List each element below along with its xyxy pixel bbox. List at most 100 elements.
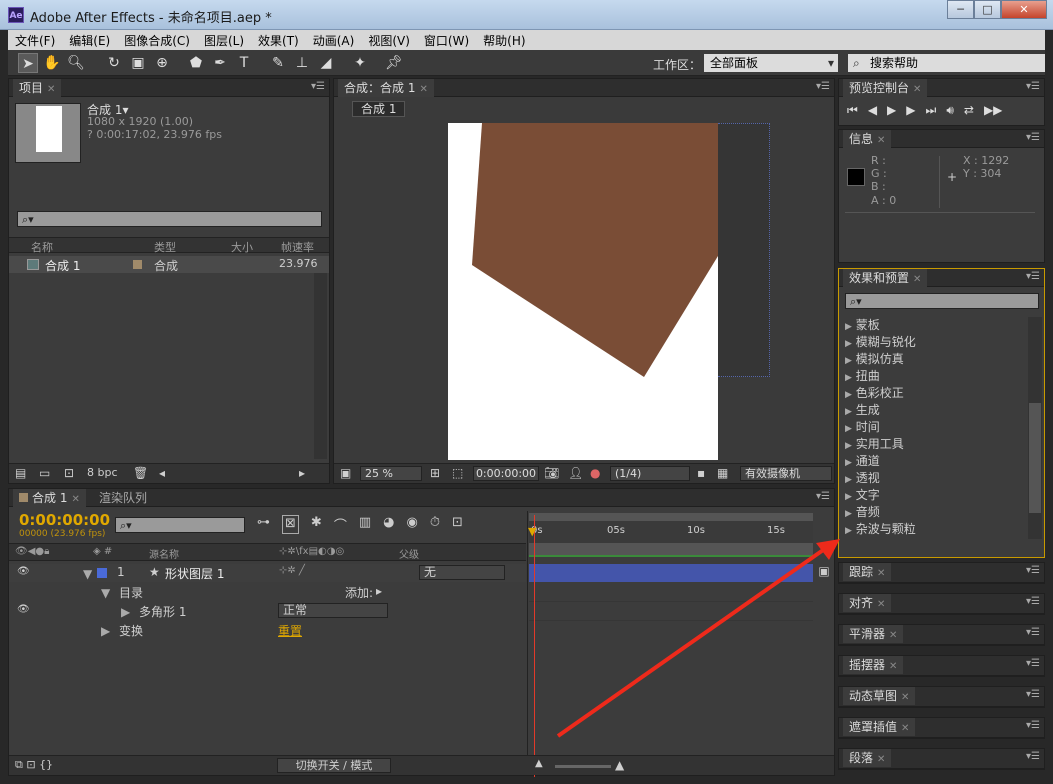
panel-menu-icon[interactable]: ▾☰ — [1026, 720, 1040, 731]
tab-preview[interactable]: 预览控制台 ✕ — [843, 79, 928, 97]
zoom-slider[interactable] — [555, 765, 611, 768]
table-row[interactable]: 合成 1 合成 23.976 — [9, 256, 329, 273]
menu-view[interactable]: 视图(V) — [361, 32, 417, 49]
rotate-tool-icon[interactable]: ↻ — [104, 53, 124, 73]
panel-menu-icon[interactable]: ▾☰ — [311, 81, 325, 92]
shape-layer-polygon[interactable] — [448, 123, 718, 460]
effects-scrollbar[interactable] — [1028, 317, 1042, 539]
close-icon[interactable]: ✕ — [913, 84, 921, 95]
safe-zones-icon[interactable]: ⊞ — [430, 466, 440, 480]
graph-editor-icon[interactable]: ⊡ — [452, 515, 463, 534]
layer-switches[interactable]: ⊹✲ ╱ — [279, 565, 305, 576]
maximize-button[interactable]: □ — [974, 0, 1001, 19]
menu-layer[interactable]: 图层(L) — [197, 32, 251, 49]
polygon-shape[interactable] — [472, 123, 718, 377]
footer-icons[interactable]: ⧉ ⊡ {} — [15, 758, 53, 772]
transparency-grid-icon[interactable]: ▦ — [717, 466, 728, 480]
close-icon[interactable]: ✕ — [889, 630, 897, 641]
bpc-button[interactable]: 8 bpc — [87, 466, 118, 479]
hand-tool-icon[interactable]: ✋ — [42, 53, 62, 73]
panel-menu-icon[interactable]: ▾☰ — [1026, 627, 1040, 638]
trash-icon[interactable]: 🗑︎ — [133, 466, 148, 480]
show-snapshot-icon[interactable]: 👤︎ — [568, 466, 583, 480]
tab-project[interactable]: 项目 ✕ — [13, 79, 62, 97]
timeline-search-input[interactable]: ⌕▾ — [115, 517, 245, 533]
interpret-icon[interactable]: ▤ — [15, 466, 26, 480]
list-item[interactable]: ▶ 模拟仿真 — [841, 351, 1029, 368]
scroll-left-icon[interactable]: ◂ — [159, 466, 165, 480]
close-icon[interactable]: ✕ — [901, 723, 909, 734]
expand-layer-icon[interactable]: ▼ — [83, 567, 92, 581]
list-item[interactable]: ▶ 生成 — [841, 402, 1029, 419]
next-frame-icon[interactable]: ▶ — [906, 103, 915, 118]
list-item[interactable]: ▶ 时间 — [841, 419, 1029, 436]
close-icon[interactable]: ✕ — [47, 84, 55, 95]
shy-icon[interactable]: ⌒ — [334, 515, 347, 534]
project-scrollbar[interactable] — [314, 273, 327, 459]
region-icon[interactable]: ▪ — [697, 466, 705, 480]
paragraph-panel[interactable]: 段落 ✕ ▾☰ — [838, 748, 1045, 770]
audio-icon[interactable]: 🔊︎ — [946, 103, 954, 118]
close-icon[interactable]: ✕ — [419, 84, 427, 95]
tab-render-queue[interactable]: 渲染队列 — [93, 489, 153, 507]
close-icon[interactable]: ✕ — [889, 661, 897, 672]
current-time-indicator[interactable] — [534, 515, 535, 777]
first-frame-icon[interactable]: ⏮ — [847, 103, 858, 118]
menu-edit[interactable]: 编辑(E) — [62, 32, 117, 49]
list-item[interactable]: ▶ 蒙板 — [841, 317, 1029, 334]
add-menu[interactable]: 添加: — [345, 584, 373, 601]
playhead-icon[interactable]: ▼ — [528, 525, 536, 538]
panel-menu-icon[interactable]: ▾☰ — [1026, 596, 1040, 607]
puppet-pin-icon[interactable]: 📌︎ — [384, 53, 404, 73]
col-parent[interactable]: 父级 — [399, 546, 419, 561]
layer-row[interactable]: 👁︎ ▼ 1 ★ 形状图层 1 ⊹✲ ╱ 无 — [9, 564, 526, 582]
panel-menu-icon[interactable]: ▾☰ — [1026, 565, 1040, 576]
auto-keyframe-icon[interactable]: ⏱ — [430, 515, 440, 534]
list-item[interactable]: ▶ 音频 — [841, 504, 1029, 521]
tab-info[interactable]: 信息 ✕ — [843, 130, 892, 148]
menu-effect[interactable]: 效果(T) — [251, 32, 306, 49]
scroll-right-icon[interactable]: ▸ — [299, 466, 305, 480]
contents-row[interactable]: ▼ 目录 添加: ▸ — [9, 583, 526, 601]
draft-3d-icon[interactable]: ✱ — [311, 515, 322, 534]
resolution-select[interactable]: (1/4) — [610, 466, 690, 481]
col-name[interactable]: 名称 — [31, 239, 53, 255]
tracker-panel[interactable]: 跟踪 ✕ ▾☰ — [838, 562, 1045, 584]
last-frame-icon[interactable]: ⏭ — [926, 103, 937, 118]
close-icon[interactable]: ✕ — [877, 568, 885, 579]
roto-brush-icon[interactable]: ✦ — [350, 53, 370, 73]
visibility-icon[interactable]: 👁︎ — [17, 566, 30, 577]
close-icon[interactable]: ✕ — [877, 135, 885, 146]
close-icon[interactable]: ✕ — [877, 599, 885, 610]
live-update-icon[interactable]: ⊠ — [282, 515, 299, 534]
label-color[interactable] — [133, 260, 142, 269]
new-comp-icon[interactable]: ⊡ — [64, 466, 74, 480]
pan-behind-tool-icon[interactable]: ⊕ — [152, 53, 172, 73]
smoother-panel[interactable]: 平滑器 ✕ ▾☰ — [838, 624, 1045, 646]
align-panel[interactable]: 对齐 ✕ ▾☰ — [838, 593, 1045, 615]
layer-name[interactable]: 形状图层 1 — [165, 565, 224, 582]
polygon-row[interactable]: 👁︎ ▶ 多角形 1 正常 — [9, 602, 526, 620]
close-icon[interactable]: ✕ — [913, 274, 921, 285]
menu-help[interactable]: 帮助(H) — [476, 32, 532, 49]
zoom-in-icon[interactable]: ▲ — [615, 758, 624, 772]
tab-timeline-comp[interactable]: 合成 1 ✕ — [13, 489, 86, 507]
panel-menu-icon[interactable]: ▾☰ — [1026, 751, 1040, 762]
current-time-field[interactable]: 0:00:00:00 — [473, 466, 539, 481]
mask-interpolation-panel[interactable]: 遮罩插值 ✕ ▾☰ — [838, 717, 1045, 739]
tab-effects[interactable]: 效果和预置 ✕ — [843, 269, 928, 287]
col-source-name[interactable]: 源名称 — [149, 546, 179, 561]
col-fps[interactable]: 帧速率 — [281, 239, 314, 255]
channel-icon[interactable]: ● — [590, 466, 600, 480]
pen-tool-icon[interactable]: ✒ — [210, 53, 230, 73]
toggle-switches-modes[interactable]: 切换开关 / 模式 — [277, 758, 391, 773]
tab-composition[interactable]: 合成：合成 1 ✕ — [338, 79, 434, 97]
close-icon[interactable]: ✕ — [877, 754, 885, 765]
loop-icon[interactable]: ⇄ — [964, 103, 974, 118]
panel-menu-icon[interactable]: ▾☰ — [1026, 271, 1040, 282]
camera-tool-icon[interactable]: ▣ — [128, 53, 148, 73]
prev-frame-icon[interactable]: ◀ — [868, 103, 877, 118]
add-arrow-icon[interactable]: ▸ — [376, 584, 382, 598]
close-button[interactable]: ✕ — [1001, 0, 1047, 19]
list-item[interactable]: ▶ 透视 — [841, 470, 1029, 487]
